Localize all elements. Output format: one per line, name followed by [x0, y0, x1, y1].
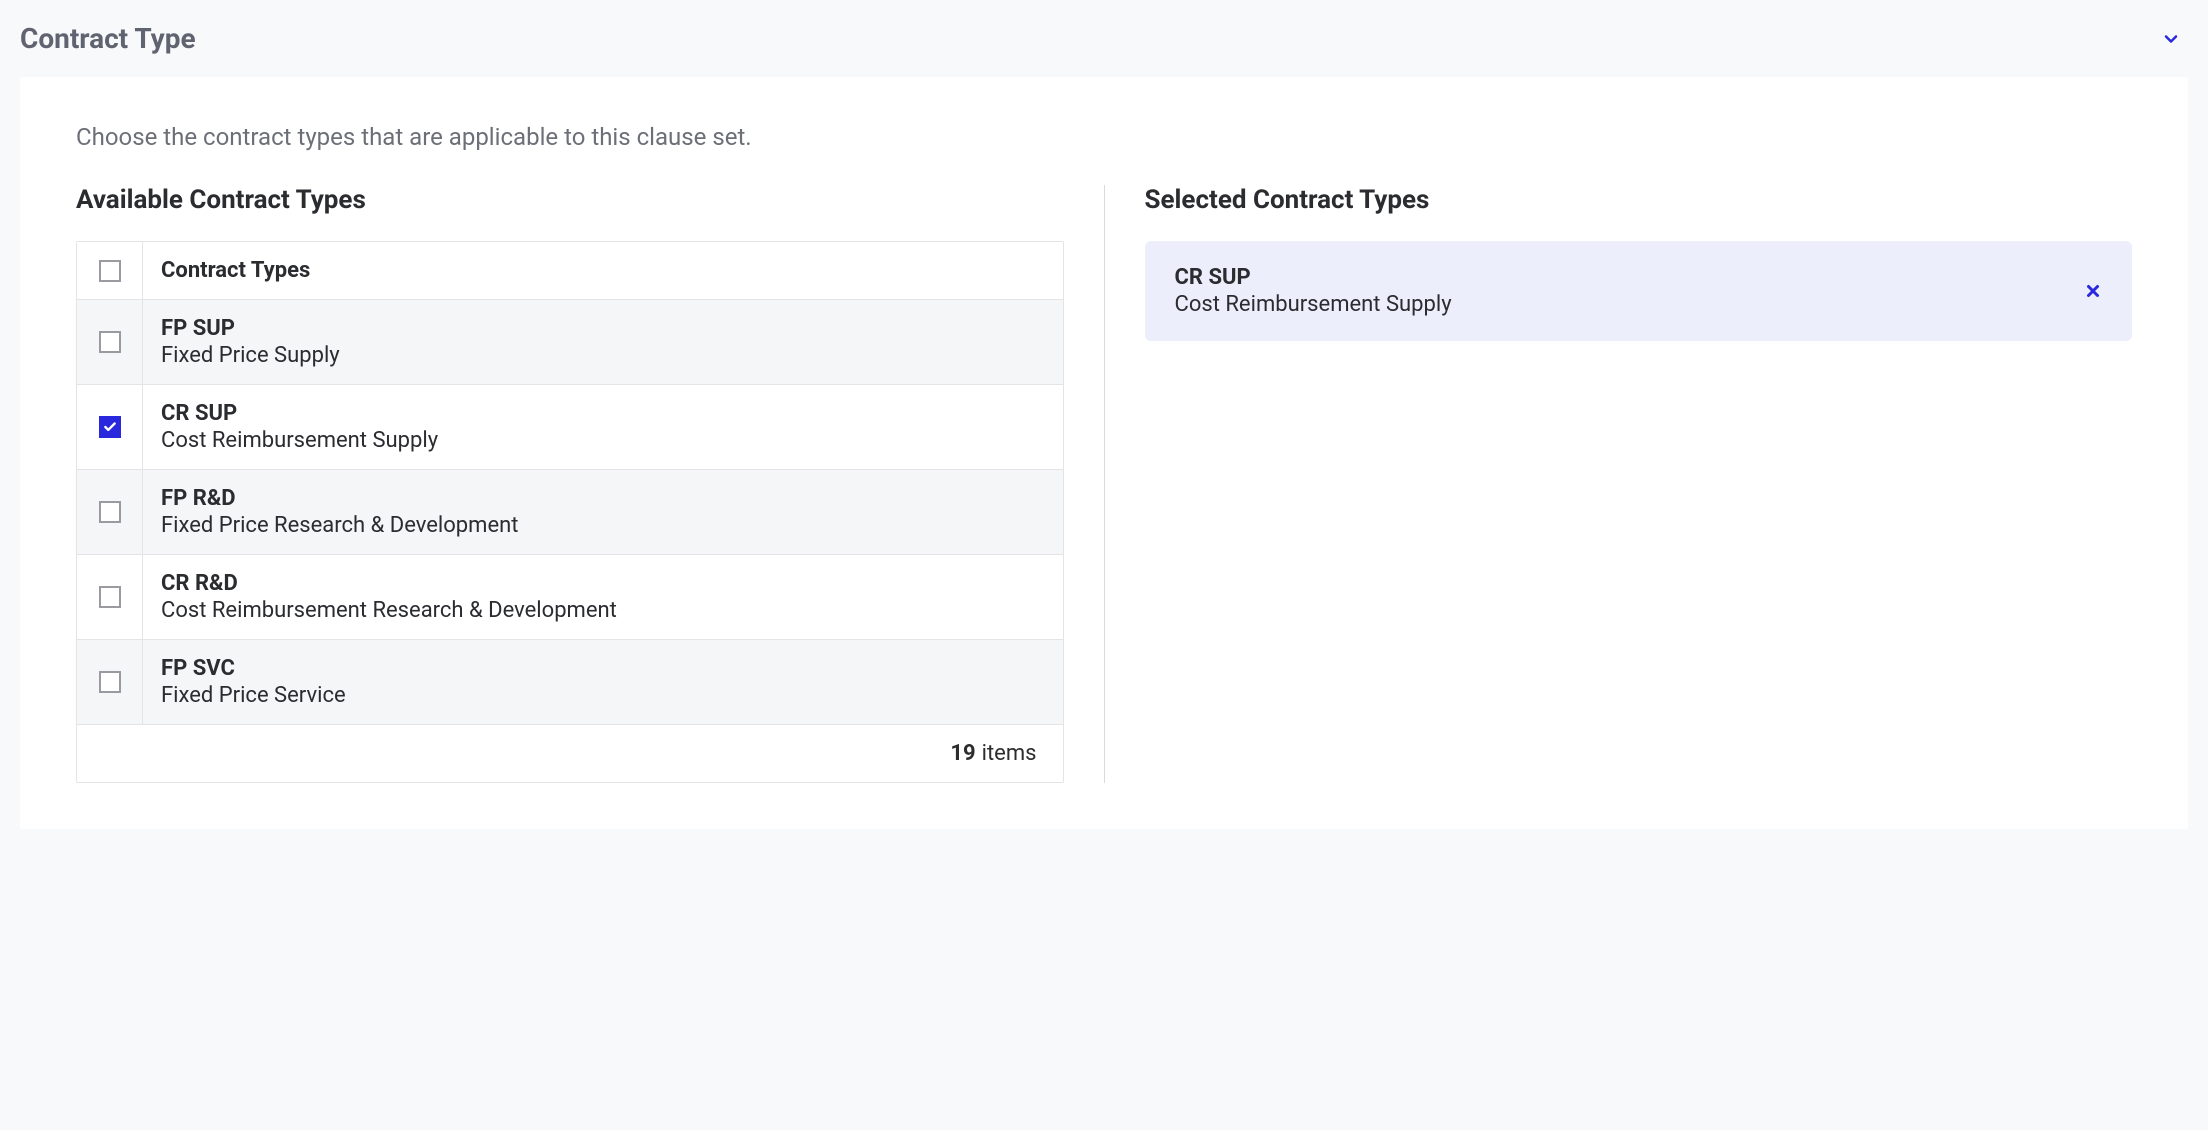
row-checkbox[interactable]: [99, 586, 121, 608]
table-footer: 19 items: [77, 724, 1063, 782]
available-table: Contract Types FP SUPFixed Price SupplyC…: [76, 241, 1064, 783]
selected-item: CR SUPCost Reimbursement Supply: [1145, 241, 2133, 341]
column-header: Contract Types: [161, 258, 1045, 283]
item-count: 19: [950, 741, 975, 766]
item-desc: Fixed Price Research & Development: [161, 513, 1045, 538]
row-checkbox[interactable]: [99, 671, 121, 693]
remove-icon[interactable]: [2084, 282, 2102, 300]
chevron-down-icon[interactable]: [2160, 28, 2182, 50]
table-row: FP SUPFixed Price Supply: [77, 300, 1063, 385]
select-all-checkbox[interactable]: [99, 260, 121, 282]
section-body: Choose the contract types that are appli…: [20, 77, 2188, 829]
table-row: CR SUPCost Reimbursement Supply: [77, 385, 1063, 470]
available-heading: Available Contract Types: [76, 185, 1064, 215]
table-row: CR R&DCost Reimbursement Research & Deve…: [77, 555, 1063, 640]
row-checkbox[interactable]: [99, 501, 121, 523]
table-scroll[interactable]: Contract Types FP SUPFixed Price SupplyC…: [77, 242, 1063, 724]
table-header-row: Contract Types: [77, 242, 1063, 300]
item-code: CR SUP: [161, 401, 1045, 426]
section-title: Contract Type: [20, 22, 196, 55]
item-code: FP SVC: [161, 656, 1045, 681]
selected-item-code: CR SUP: [1175, 265, 1452, 290]
item-count-label: items: [982, 741, 1037, 766]
available-column: Available Contract Types Contract Types: [76, 185, 1104, 783]
selected-item-desc: Cost Reimbursement Supply: [1175, 292, 1452, 317]
selected-column: Selected Contract Types CR SUPCost Reimb…: [1104, 185, 2133, 783]
item-desc: Cost Reimbursement Supply: [161, 428, 1045, 453]
row-checkbox[interactable]: [99, 331, 121, 353]
selected-heading: Selected Contract Types: [1145, 185, 2133, 215]
section-header: Contract Type: [20, 0, 2188, 77]
helper-text: Choose the contract types that are appli…: [76, 123, 2132, 151]
table-row: FP R&DFixed Price Research & Development: [77, 470, 1063, 555]
item-code: FP SUP: [161, 316, 1045, 341]
item-desc: Cost Reimbursement Research & Developmen…: [161, 598, 1045, 623]
row-checkbox[interactable]: [99, 416, 121, 438]
item-code: FP R&D: [161, 486, 1045, 511]
item-desc: Fixed Price Service: [161, 683, 1045, 708]
item-desc: Fixed Price Supply: [161, 343, 1045, 368]
item-code: CR R&D: [161, 571, 1045, 596]
table-row: FP SVCFixed Price Service: [77, 640, 1063, 724]
